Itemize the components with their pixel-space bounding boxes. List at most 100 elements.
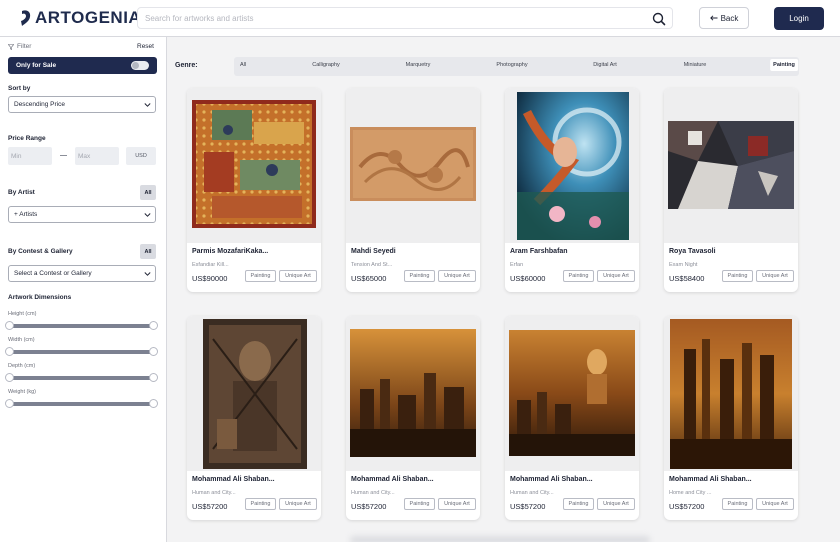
artwork-image[interactable]	[350, 127, 476, 201]
artist-all-button[interactable]: All	[140, 185, 156, 200]
tag-painting: Painting	[722, 270, 753, 282]
slider-min-handle[interactable]	[5, 347, 14, 356]
card-price: US$58400	[669, 274, 705, 283]
card-price: US$57200	[192, 502, 228, 511]
only-for-sale-toggle[interactable]: Only for Sale	[8, 57, 157, 74]
card-image-area	[505, 316, 639, 471]
card-price: US$60000	[510, 274, 546, 283]
weight-label: Weight (kg)	[8, 389, 37, 395]
slider-min-handle[interactable]	[5, 399, 14, 408]
card-artist[interactable]: Aram Farshbafan	[510, 248, 568, 255]
price-range-label: Price Range	[8, 135, 46, 142]
tag-unique-art: Unique Art	[279, 270, 317, 282]
tag-unique-art: Unique Art	[756, 498, 794, 510]
artwork-image[interactable]	[350, 329, 476, 457]
card-title: Erfan	[510, 262, 524, 268]
artwork-card[interactable]: Mohammad Ali Shaban... Human and City...…	[346, 316, 480, 520]
tab-digital-art[interactable]: Digital Art	[593, 62, 617, 68]
card-image-area	[664, 316, 798, 471]
logo[interactable]: ARTOGENIA	[19, 8, 141, 28]
contest-select[interactable]: Select a Contest or Gallery	[8, 265, 156, 282]
height-slider[interactable]	[5, 321, 158, 330]
search-icon[interactable]	[651, 11, 667, 27]
card-artist[interactable]: Parmis MozafariKaka...	[192, 248, 268, 255]
card-title: Exam Night	[669, 262, 698, 268]
card-title: Home and City ...	[669, 490, 712, 496]
card-price: US$65000	[351, 274, 387, 283]
contest-all-button[interactable]: All	[140, 244, 156, 259]
tag-painting: Painting	[563, 498, 594, 510]
arrow-left-icon	[709, 15, 718, 21]
card-artist[interactable]: Mohammad Ali Shaban...	[351, 476, 434, 483]
slider-max-handle[interactable]	[149, 321, 158, 330]
card-artist[interactable]: Mohammad Ali Shaban...	[669, 476, 752, 483]
only-for-sale-label: Only for Sale	[16, 62, 57, 69]
tab-calligraphy[interactable]: Calligraphy	[312, 62, 340, 68]
weight-slider[interactable]	[5, 399, 158, 408]
toggle-switch[interactable]	[131, 61, 149, 70]
artwork-image[interactable]	[203, 319, 307, 469]
tab-all[interactable]: All	[240, 62, 246, 68]
search-input[interactable]	[145, 11, 645, 26]
slider-max-handle[interactable]	[149, 399, 158, 408]
tab-miniature[interactable]: Miniature	[684, 62, 707, 68]
tag-painting: Painting	[563, 270, 594, 282]
artwork-card[interactable]: Mohammad Ali Shaban... Human and City...…	[505, 316, 639, 520]
sort-select[interactable]: Descending Price	[8, 96, 156, 113]
card-price: US$57200	[669, 502, 705, 511]
artwork-image[interactable]	[517, 92, 629, 240]
card-image-area	[505, 88, 639, 243]
card-artist[interactable]: Roya Tavasoli	[669, 248, 716, 255]
logo-text: ARTOGENIA	[35, 8, 142, 27]
artwork-card[interactable]: Mohammad Ali Shaban... Home and City ...…	[664, 316, 798, 520]
width-label: Width (cm)	[8, 337, 35, 343]
tag-painting: Painting	[722, 498, 753, 510]
top-header: ARTOGENIA Back Login	[0, 0, 840, 37]
card-title: Esfandiar Kill...	[192, 262, 229, 268]
artwork-card[interactable]: Mahdi Seyedi Tension And St... US$65000 …	[346, 88, 480, 292]
artwork-image[interactable]	[670, 319, 792, 469]
price-min-input[interactable]	[8, 147, 52, 165]
artwork-card[interactable]: Parmis MozafariKaka... Esfandiar Kill...…	[187, 88, 321, 292]
tag-painting: Painting	[404, 270, 435, 282]
filter-label: Filter	[17, 43, 32, 50]
artwork-image[interactable]	[668, 121, 794, 209]
artist-select[interactable]: + Artists	[8, 206, 156, 223]
artwork-image[interactable]	[509, 330, 635, 456]
search-box[interactable]	[137, 7, 673, 29]
artwork-card[interactable]: Roya Tavasoli Exam Night US$58400 Painti…	[664, 88, 798, 292]
currency-button[interactable]: USD	[126, 147, 156, 165]
filter-header: Filter	[8, 43, 31, 50]
artwork-card[interactable]: Mohammad Ali Shaban... Human and City...…	[187, 316, 321, 520]
artwork-image[interactable]	[192, 100, 316, 228]
price-max-input[interactable]	[75, 147, 119, 165]
back-button[interactable]: Back	[699, 7, 749, 29]
slider-min-handle[interactable]	[5, 321, 14, 330]
card-artist[interactable]: Mohammad Ali Shaban...	[192, 476, 275, 483]
artwork-card[interactable]: Aram Farshbafan Erfan US$60000 Painting …	[505, 88, 639, 292]
contest-select-value: Select a Contest or Gallery	[14, 270, 92, 277]
sort-label: Sort by	[8, 85, 31, 92]
tab-photography[interactable]: Photography	[496, 62, 527, 68]
slider-max-handle[interactable]	[149, 373, 158, 382]
tab-painting[interactable]: Painting	[770, 59, 798, 71]
login-button[interactable]: Login	[774, 7, 824, 30]
tag-painting: Painting	[404, 498, 435, 510]
depth-slider[interactable]	[5, 373, 158, 382]
slider-max-handle[interactable]	[149, 347, 158, 356]
card-artist[interactable]: Mahdi Seyedi	[351, 248, 396, 255]
card-image-area	[187, 316, 321, 471]
reset-button[interactable]: Reset	[137, 43, 154, 50]
slider-min-handle[interactable]	[5, 373, 14, 382]
tab-marquetry[interactable]: Marquetry	[406, 62, 431, 68]
card-artist[interactable]: Mohammad Ali Shaban...	[510, 476, 593, 483]
width-slider[interactable]	[5, 347, 158, 356]
card-title: Human and City...	[351, 490, 395, 496]
card-title: Tension And St...	[351, 262, 393, 268]
filter-icon	[8, 43, 14, 50]
card-price: US$57200	[510, 502, 546, 511]
filter-sidebar: Filter Reset Only for Sale Sort by Desce…	[0, 37, 167, 542]
card-price: US$57200	[351, 502, 387, 511]
card-image-area	[346, 88, 480, 243]
logo-mark-icon	[21, 10, 31, 26]
